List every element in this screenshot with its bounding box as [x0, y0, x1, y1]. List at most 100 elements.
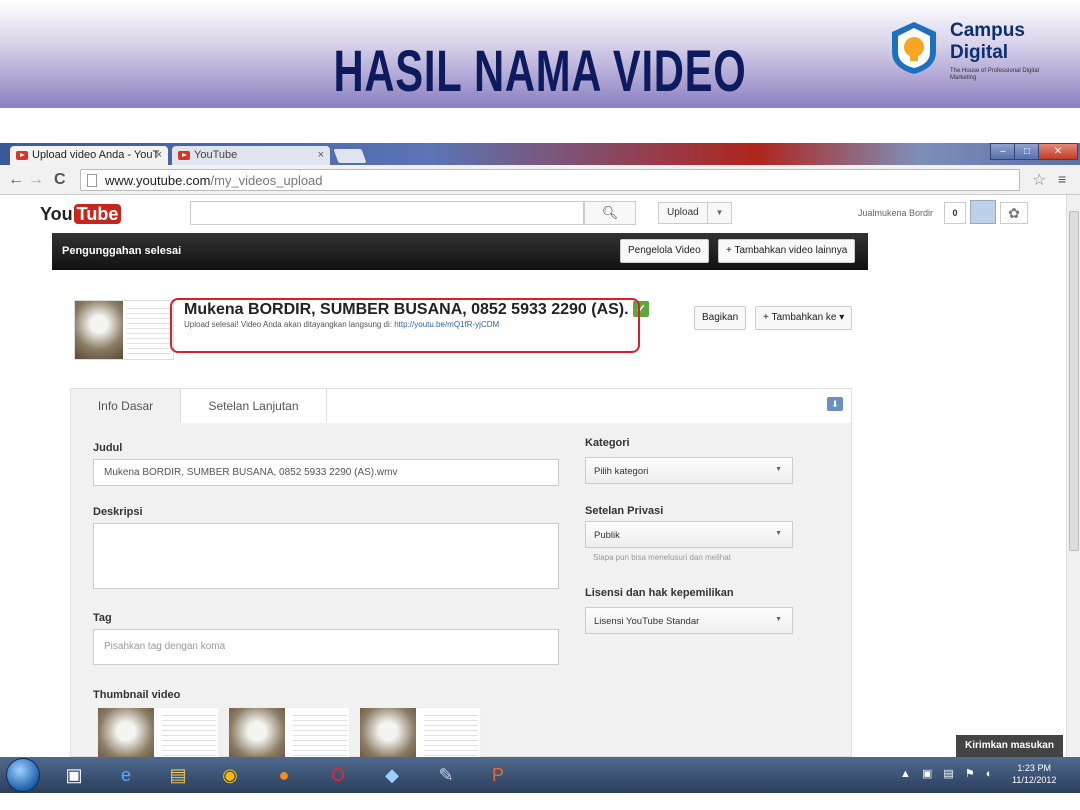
logo-text-digital: Digital [950, 42, 1009, 63]
taskbar: ▣ e ▤ ◉ ● O ◆ ✎ P ▲ ▣ ▤ ⚑ ◐ 1:23 PM 11/1… [0, 757, 1080, 793]
maximize-button[interactable]: □ [1014, 143, 1040, 160]
opera-icon[interactable]: O [316, 760, 360, 790]
tabs-spacer [327, 389, 851, 423]
gear-icon[interactable]: ✿ [1000, 202, 1028, 224]
category-value: Pilih kategori [594, 466, 649, 477]
address-bar[interactable]: www.youtube.com/my_videos_upload [80, 169, 1020, 191]
slide-footer [0, 793, 1080, 810]
minimize-button[interactable]: – [990, 143, 1016, 160]
thumbnail-label: Thumbnail video [93, 689, 181, 701]
upload-button[interactable]: Upload ▼ [658, 202, 732, 224]
upload-complete-bar: Pengunggahan selesai Pengelola Video + T… [52, 233, 868, 270]
logo-you: You [40, 204, 73, 224]
scroll-thumb[interactable] [1069, 211, 1079, 551]
category-label: Kategori [585, 437, 630, 449]
search-button[interactable]: 🔍︎ [584, 201, 636, 225]
privacy-label: Setelan Privasi [585, 505, 664, 517]
tag-label: Tag [93, 612, 112, 624]
privacy-value: Publik [594, 530, 620, 541]
folder-icon[interactable]: ▤ [156, 760, 200, 790]
bookmark-star-icon[interactable]: ☆ [1032, 170, 1046, 190]
user-name[interactable]: Jualmukena Bordir [858, 208, 933, 218]
shield-logo-icon [892, 22, 936, 74]
tab-youtube[interactable]: YouTube × [172, 146, 330, 165]
tab-info-dasar[interactable]: Info Dasar [71, 389, 181, 423]
tab-label: Upload video Anda - YouT [32, 149, 160, 161]
system-tray[interactable]: ▲ ▣ ▤ ⚑ ◐ [900, 767, 996, 780]
video-thumbnail [74, 300, 174, 360]
tag-field[interactable]: Pisahkan tag dengan koma [93, 629, 559, 665]
thumbnail-image [75, 301, 123, 359]
menu-icon[interactable]: ≡ [1058, 171, 1066, 187]
address-row: ← → C www.youtube.com/my_videos_upload ☆… [0, 165, 1080, 195]
internet-explorer-icon[interactable]: e [104, 760, 148, 790]
avatar[interactable] [970, 200, 996, 224]
url-domain: www.youtube.com [105, 173, 211, 188]
browser-tab-bar: Upload video Anda - YouT × YouTube × – □… [0, 143, 1080, 165]
tab-close-icon[interactable]: × [156, 149, 162, 161]
notification-count[interactable]: 0 [944, 202, 966, 224]
forward-icon[interactable]: → [28, 171, 44, 189]
description-label: Deskripsi [93, 506, 143, 518]
license-select[interactable]: Lisensi YouTube Standar ▼ [585, 607, 793, 634]
reload-icon[interactable]: C [54, 171, 66, 189]
highlight-box [170, 298, 640, 353]
youtube-favicon-icon [178, 151, 190, 160]
app-icon[interactable]: ◆ [370, 760, 414, 790]
url-path: /my_videos_upload [210, 173, 323, 188]
search-input[interactable] [190, 201, 584, 225]
add-to-label: + Tambahkan ke [763, 312, 837, 323]
window-close-button[interactable]: ✕ [1038, 143, 1078, 160]
category-select[interactable]: Pilih kategori ▼ [585, 457, 793, 484]
title-label: Judul [93, 442, 123, 454]
search-icon: 🔍︎ [601, 205, 619, 220]
youtube-header: You Tube 🔍︎ Upload ▼ Jualmukena Bordir 0 ✿ [0, 195, 1066, 231]
chevron-down-icon: ▼ [775, 530, 782, 537]
title-field[interactable]: Mukena BORDIR, SUMBER BUSANA, 0852 5933 … [93, 459, 559, 486]
share-button[interactable]: Bagikan [694, 306, 747, 330]
license-value: Lisensi YouTube Standar [594, 616, 700, 627]
tab-setelan-lanjutan[interactable]: Setelan Lanjutan [181, 389, 327, 423]
logo-tagline: The House of Professional Digital Market… [950, 68, 1040, 81]
browser-window: Upload video Anda - YouT × YouTube × – □… [0, 143, 1080, 767]
download-icon[interactable]: ⬇ [827, 397, 843, 411]
back-icon[interactable]: ← [8, 171, 24, 189]
chrome-icon[interactable]: ◉ [208, 760, 252, 790]
upload-card: Mukena BORDIR, SUMBER BUSANA, 0852 5933 … [52, 276, 868, 767]
add-to-button[interactable]: + Tambahkan ke ▾ [755, 306, 853, 330]
tab-close-icon[interactable]: × [318, 149, 324, 161]
upload-label: Upload [667, 207, 699, 218]
campus-digital-logo: Campus Digital The House of Professional… [888, 18, 1058, 98]
chevron-down-icon: ▼ [775, 466, 782, 473]
firefox-icon[interactable]: ● [262, 760, 306, 790]
info-tabs: Info Dasar Setelan Lanjutan ⬇ [71, 389, 851, 423]
feedback-button[interactable]: Kirimkan masukan [956, 735, 1063, 757]
slide-title: HASIL NAMA VIDEO [333, 39, 747, 104]
youtube-favicon-icon [16, 151, 28, 160]
scrollbar[interactable] [1066, 195, 1080, 757]
powerpoint-icon[interactable]: P [476, 760, 520, 790]
youtube-logo[interactable]: You Tube [40, 204, 122, 225]
media-player-icon[interactable]: ▣ [52, 760, 96, 790]
privacy-select[interactable]: Publik ▼ [585, 521, 793, 548]
clock-date: 11/12/2012 [1012, 775, 1057, 785]
license-label: Lisensi dan hak kepemilikan [585, 587, 734, 599]
upload-complete-title: Pengunggahan selesai [62, 245, 182, 257]
page-icon [87, 174, 97, 187]
start-button[interactable] [6, 758, 40, 792]
paint-icon[interactable]: ✎ [424, 760, 468, 790]
tab-label: YouTube [194, 149, 238, 161]
tab-upload-video[interactable]: Upload video Anda - YouT × [10, 146, 168, 165]
chevron-down-icon: ▼ [775, 616, 782, 623]
clock-time: 1:23 PM [1017, 763, 1051, 773]
logo-tube: Tube [73, 204, 122, 224]
logo-text-campus: Campus [950, 20, 1025, 41]
chevron-down-icon[interactable]: ▼ [707, 203, 731, 223]
thumbnail-document [127, 304, 171, 358]
add-more-videos-button[interactable]: + Tambahkan video lainnya [718, 239, 856, 263]
video-manager-button[interactable]: Pengelola Video [620, 239, 709, 263]
clock[interactable]: 1:23 PM 11/12/2012 [1012, 762, 1056, 786]
video-info-panel: Info Dasar Setelan Lanjutan ⬇ Judul Muke… [70, 388, 852, 767]
description-field[interactable] [93, 523, 559, 589]
new-tab-button[interactable] [333, 149, 367, 163]
